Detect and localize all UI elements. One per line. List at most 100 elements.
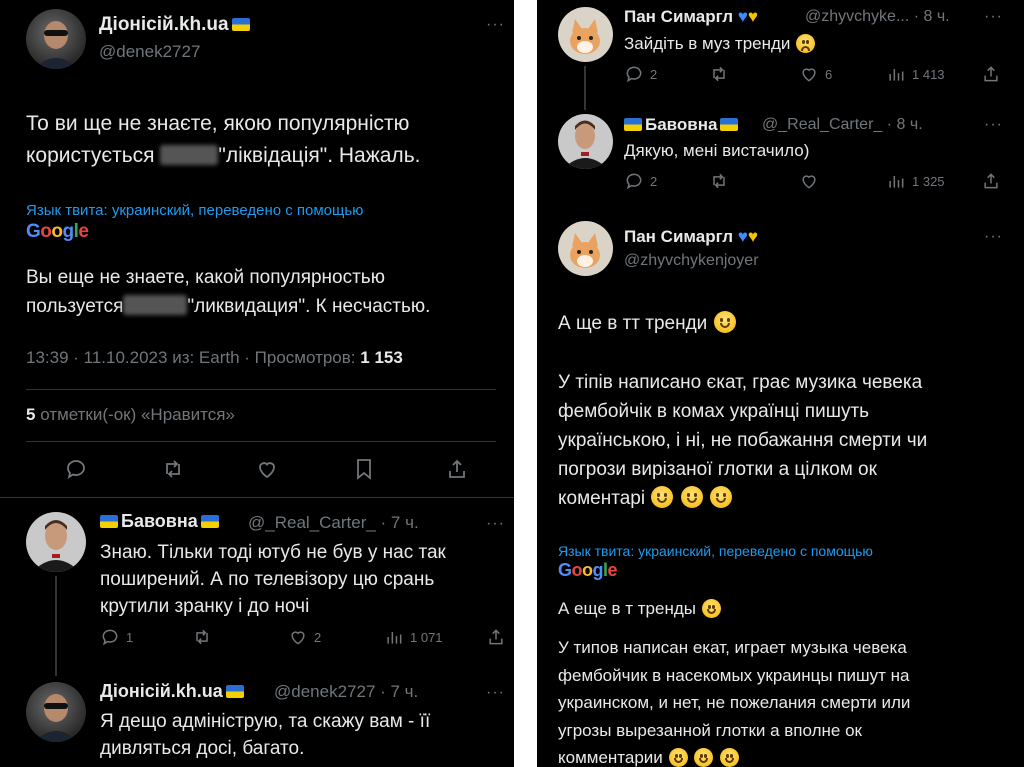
tweet-text-line: користується xyxy=(26,144,155,167)
retweet-button[interactable] xyxy=(709,171,729,191)
author-name[interactable]: Діонісій.kh.ua xyxy=(99,14,229,35)
reply-text-line: поширений. А по телевізору цю срань xyxy=(100,569,435,590)
google-logo: Google xyxy=(558,560,618,580)
reply-button[interactable]: 1 xyxy=(100,627,133,647)
tweet-text-line: То ви ще не знаєте, якою популярністю xyxy=(26,112,410,135)
reply-text-line: Я дещо адмініструю, та скажу вам - її xyxy=(100,711,431,732)
smiling-face-emoji xyxy=(701,599,721,618)
translation-note[interactable]: Язык твита: украинский, переведено с пом… xyxy=(558,543,873,559)
redacted-blur xyxy=(160,145,219,165)
ukraine-flag-icon xyxy=(100,515,118,528)
tweet-body-line: фембойчік в комах українці пишуть xyxy=(558,401,870,422)
author-handle[interactable]: @denek2727 xyxy=(99,42,200,62)
avatar[interactable] xyxy=(26,9,86,69)
smiling-face-emoji xyxy=(709,486,732,508)
heart-icon xyxy=(291,631,305,645)
retweet-icon xyxy=(196,629,208,645)
panel-divider xyxy=(514,0,537,767)
like-button[interactable]: 2 xyxy=(288,627,321,647)
tweet-meta[interactable]: 13:39 · 11.10.2023 из: Earth · Просмотро… xyxy=(26,348,356,367)
reply-button[interactable]: 2 xyxy=(624,171,657,191)
author-handle[interactable]: @_Real_Carter_ · 7 ч. xyxy=(248,513,419,533)
redacted-blur xyxy=(123,295,188,315)
ukraine-flag-icon xyxy=(200,515,219,528)
avatar-photo xyxy=(570,233,600,268)
smiling-face-emoji xyxy=(668,748,688,767)
tweet-text-line: А ще в тт тренди xyxy=(558,313,708,334)
smiling-face-emoji xyxy=(694,748,714,767)
reply-button[interactable] xyxy=(64,457,88,481)
right-panel: Пан Симаргл ♥♥ @zhyvchyke... · 8 ч. ··· … xyxy=(537,0,1024,767)
avatar-photo xyxy=(563,120,608,169)
views-icon xyxy=(889,69,904,81)
tweet-text: Дякую, мені вистачило) xyxy=(624,141,810,160)
more-options-icon[interactable]: ··· xyxy=(984,116,1003,134)
avatar[interactable] xyxy=(558,114,613,169)
author-handle[interactable]: @_Real_Carter_ · 8 ч. xyxy=(762,116,923,134)
author-name[interactable]: Діонісій.kh.ua xyxy=(100,681,223,701)
share-button[interactable] xyxy=(981,171,1001,191)
author-name[interactable]: Пан Симаргл xyxy=(624,7,733,26)
smiling-face-emoji xyxy=(651,486,674,508)
views-button[interactable]: 1 325 xyxy=(886,171,945,191)
views-icon xyxy=(387,632,402,644)
share-button[interactable] xyxy=(445,457,469,481)
left-panel: Діонісій.kh.ua @denek2727 ··· То ви ще н… xyxy=(0,0,514,767)
share-icon xyxy=(449,459,465,478)
avatar-photo xyxy=(34,694,78,742)
likes-summary[interactable]: 5 отметки(-ок) «Нравится» xyxy=(26,405,235,425)
ukraine-flag-icon xyxy=(231,18,250,31)
author-name[interactable]: Бавовна xyxy=(121,511,198,531)
view-count: 1 413 xyxy=(912,66,945,82)
retweet-button[interactable] xyxy=(192,627,212,647)
blue-heart-icon: ♥ xyxy=(737,227,748,246)
share-button[interactable] xyxy=(486,627,506,647)
blue-heart-icon: ♥ xyxy=(737,7,748,26)
more-options-icon[interactable]: ··· xyxy=(486,16,505,34)
ukraine-flag-icon xyxy=(225,685,244,698)
author-handle[interactable]: @denek2727 · 7 ч. xyxy=(274,682,418,702)
smiling-face-emoji xyxy=(680,486,703,508)
avatar[interactable] xyxy=(26,682,86,742)
author-name[interactable]: Бавовна xyxy=(645,115,717,134)
avatar[interactable] xyxy=(558,7,613,62)
reply-icon xyxy=(626,66,642,83)
author-handle[interactable]: @zhyvchyke... · 8 ч. xyxy=(805,8,950,26)
tweet-text-line: "ліквідація". Нажаль. xyxy=(218,144,421,167)
tweet-body-line: У тіпів написано єкат, грає музика чевек… xyxy=(558,372,923,393)
view-count: 1 153 xyxy=(360,348,403,367)
translated-body-line: угрозы вырезанной глотки а вполне ок xyxy=(558,720,862,740)
avatar[interactable] xyxy=(558,221,613,276)
avatar[interactable] xyxy=(26,512,86,572)
retweet-icon xyxy=(713,173,725,189)
reply-icon xyxy=(67,460,85,479)
views-button[interactable]: 1 413 xyxy=(886,64,945,84)
reply-text-line: крутили зранку і до ночі xyxy=(100,596,310,617)
more-options-icon[interactable]: ··· xyxy=(486,515,505,533)
reply-count: 2 xyxy=(650,66,658,82)
google-logo: Google xyxy=(26,221,89,242)
like-button[interactable] xyxy=(255,457,279,481)
more-options-icon[interactable]: ··· xyxy=(984,228,1003,246)
yellow-heart-icon: ♥ xyxy=(747,227,758,246)
heart-icon xyxy=(802,175,816,189)
like-count: 6 xyxy=(825,66,833,82)
author-handle[interactable]: @zhyvchykenjoyer xyxy=(624,252,759,270)
more-options-icon[interactable]: ··· xyxy=(984,8,1003,26)
bookmark-button[interactable] xyxy=(352,457,376,481)
like-count: 2 xyxy=(314,629,322,645)
like-button[interactable] xyxy=(799,171,819,191)
views-button[interactable]: 1 071 xyxy=(384,627,443,647)
share-button[interactable] xyxy=(981,64,1001,84)
more-options-icon[interactable]: ··· xyxy=(486,684,505,702)
translated-text-line: пользуется xyxy=(26,296,124,317)
retweet-button[interactable] xyxy=(709,64,729,84)
reply-button[interactable]: 2 xyxy=(624,64,657,84)
like-button[interactable]: 6 xyxy=(799,64,832,84)
retweet-button[interactable] xyxy=(160,457,186,481)
translation-note[interactable]: Язык твита: украинский, переведено с пом… xyxy=(26,202,363,219)
tweet-body-line: українською, і ні, не побажання смерти ч… xyxy=(558,430,928,451)
share-icon xyxy=(489,629,503,645)
translated-body-line: комментарии xyxy=(558,748,663,767)
author-name[interactable]: Пан Симаргл xyxy=(624,227,733,246)
